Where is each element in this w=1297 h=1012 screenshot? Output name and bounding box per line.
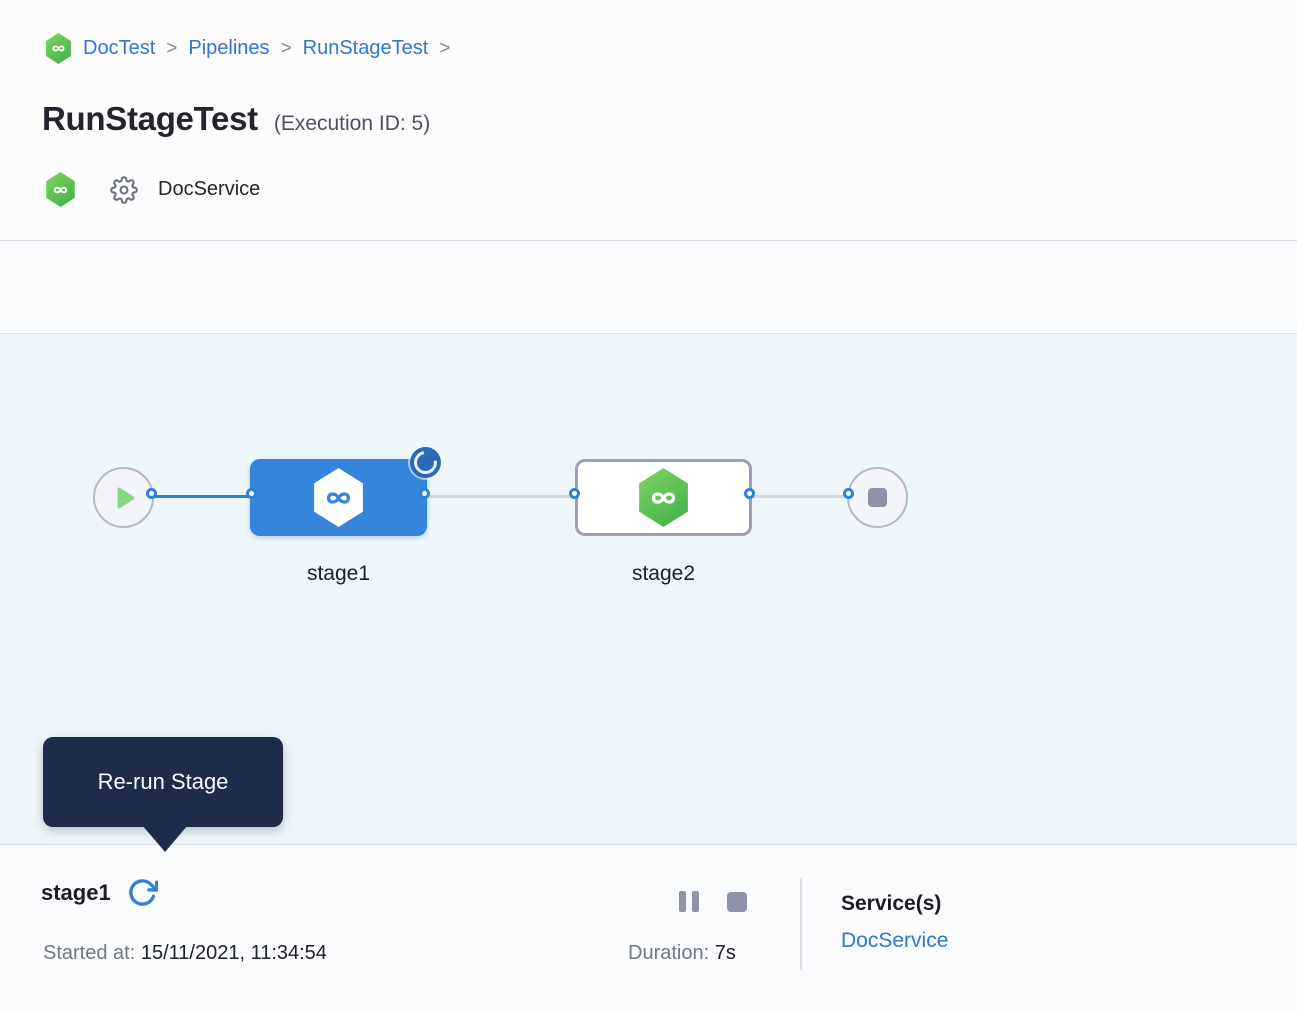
rerun-stage-button[interactable] — [127, 877, 158, 908]
execution-controls — [679, 891, 747, 912]
page-title-row: RunStageTest (Execution ID: 5) — [42, 100, 430, 138]
connector-dot — [246, 488, 257, 499]
service-link[interactable]: DocService — [841, 929, 948, 953]
duration-label: Duration: — [628, 942, 709, 964]
edge-stage2-to-end — [751, 495, 851, 498]
breadcrumb-separator: > — [281, 38, 292, 60]
stage2-label: stage2 — [575, 562, 752, 586]
connector-dot — [146, 488, 157, 499]
edge-stage1-to-stage2 — [426, 495, 577, 498]
breadcrumb-separator: > — [439, 38, 450, 60]
footer-stage-name: stage1 — [41, 880, 111, 906]
page-title: RunStageTest — [42, 100, 258, 138]
connector-dot — [843, 488, 854, 499]
stop-square-icon — [868, 488, 887, 507]
stage1-running-spinner-icon — [410, 447, 441, 478]
footer-stage-row: stage1 — [41, 877, 158, 908]
started-at-row: Started at: 15/11/2021, 11:34:54 — [43, 942, 327, 965]
tooltip-arrow — [142, 825, 188, 852]
stage-node-stage2[interactable] — [575, 459, 752, 536]
rerun-stage-tooltip: Re-run Stage — [43, 737, 283, 827]
connector-dot — [569, 488, 580, 499]
stage1-harness-icon — [312, 468, 365, 527]
tab-bar: Pipeline Inputs — [0, 242, 1297, 334]
connector-dot — [419, 488, 430, 499]
edge-start-to-stage1 — [152, 495, 253, 498]
breadcrumb-link-pipelines[interactable]: Pipelines — [188, 37, 269, 60]
started-at-value: 15/11/2021, 11:34:54 — [135, 942, 327, 964]
stage-details-footer: stage1 Started at: 15/11/2021, 11:34:54 … — [0, 844, 1297, 1012]
service-name-label: DocService — [158, 178, 260, 201]
rerun-stage-tooltip-text: Re-run Stage — [98, 769, 229, 795]
connector-dot — [744, 488, 755, 499]
breadcrumb-link-project[interactable]: DocTest — [83, 37, 155, 60]
breadcrumb-separator: > — [166, 38, 177, 60]
duration-value: 7s — [709, 942, 736, 964]
stage-node-stage1[interactable] — [250, 459, 427, 536]
breadcrumb-link-pipeline-name[interactable]: RunStageTest — [303, 37, 429, 60]
harness-service-icon — [45, 172, 76, 207]
stop-button[interactable] — [727, 892, 747, 912]
footer-divider — [800, 878, 802, 970]
pipeline-canvas[interactable]: stage1 stage2 Re-run Stage — [0, 334, 1297, 844]
page-header: DocTest > Pipelines > RunStageTest > Run… — [0, 0, 1297, 241]
breadcrumb: DocTest > Pipelines > RunStageTest > — [45, 33, 450, 64]
stage2-harness-icon — [637, 468, 690, 527]
started-at-label: Started at: — [43, 942, 135, 964]
service-row: DocService — [45, 172, 260, 207]
start-node — [93, 467, 154, 528]
execution-id-label: (Execution ID: 5) — [274, 112, 430, 136]
services-block: Service(s) DocService — [841, 892, 948, 953]
play-icon — [117, 487, 135, 509]
stage1-label: stage1 — [250, 562, 427, 586]
services-label: Service(s) — [841, 892, 948, 916]
pause-button[interactable] — [679, 891, 699, 912]
end-node — [847, 467, 908, 528]
pipeline-execution-page: DocTest > Pipelines > RunStageTest > Run… — [0, 0, 1297, 1012]
duration-row: Duration: 7s — [628, 942, 736, 965]
harness-logo-icon — [45, 33, 72, 64]
gear-icon — [110, 176, 138, 204]
